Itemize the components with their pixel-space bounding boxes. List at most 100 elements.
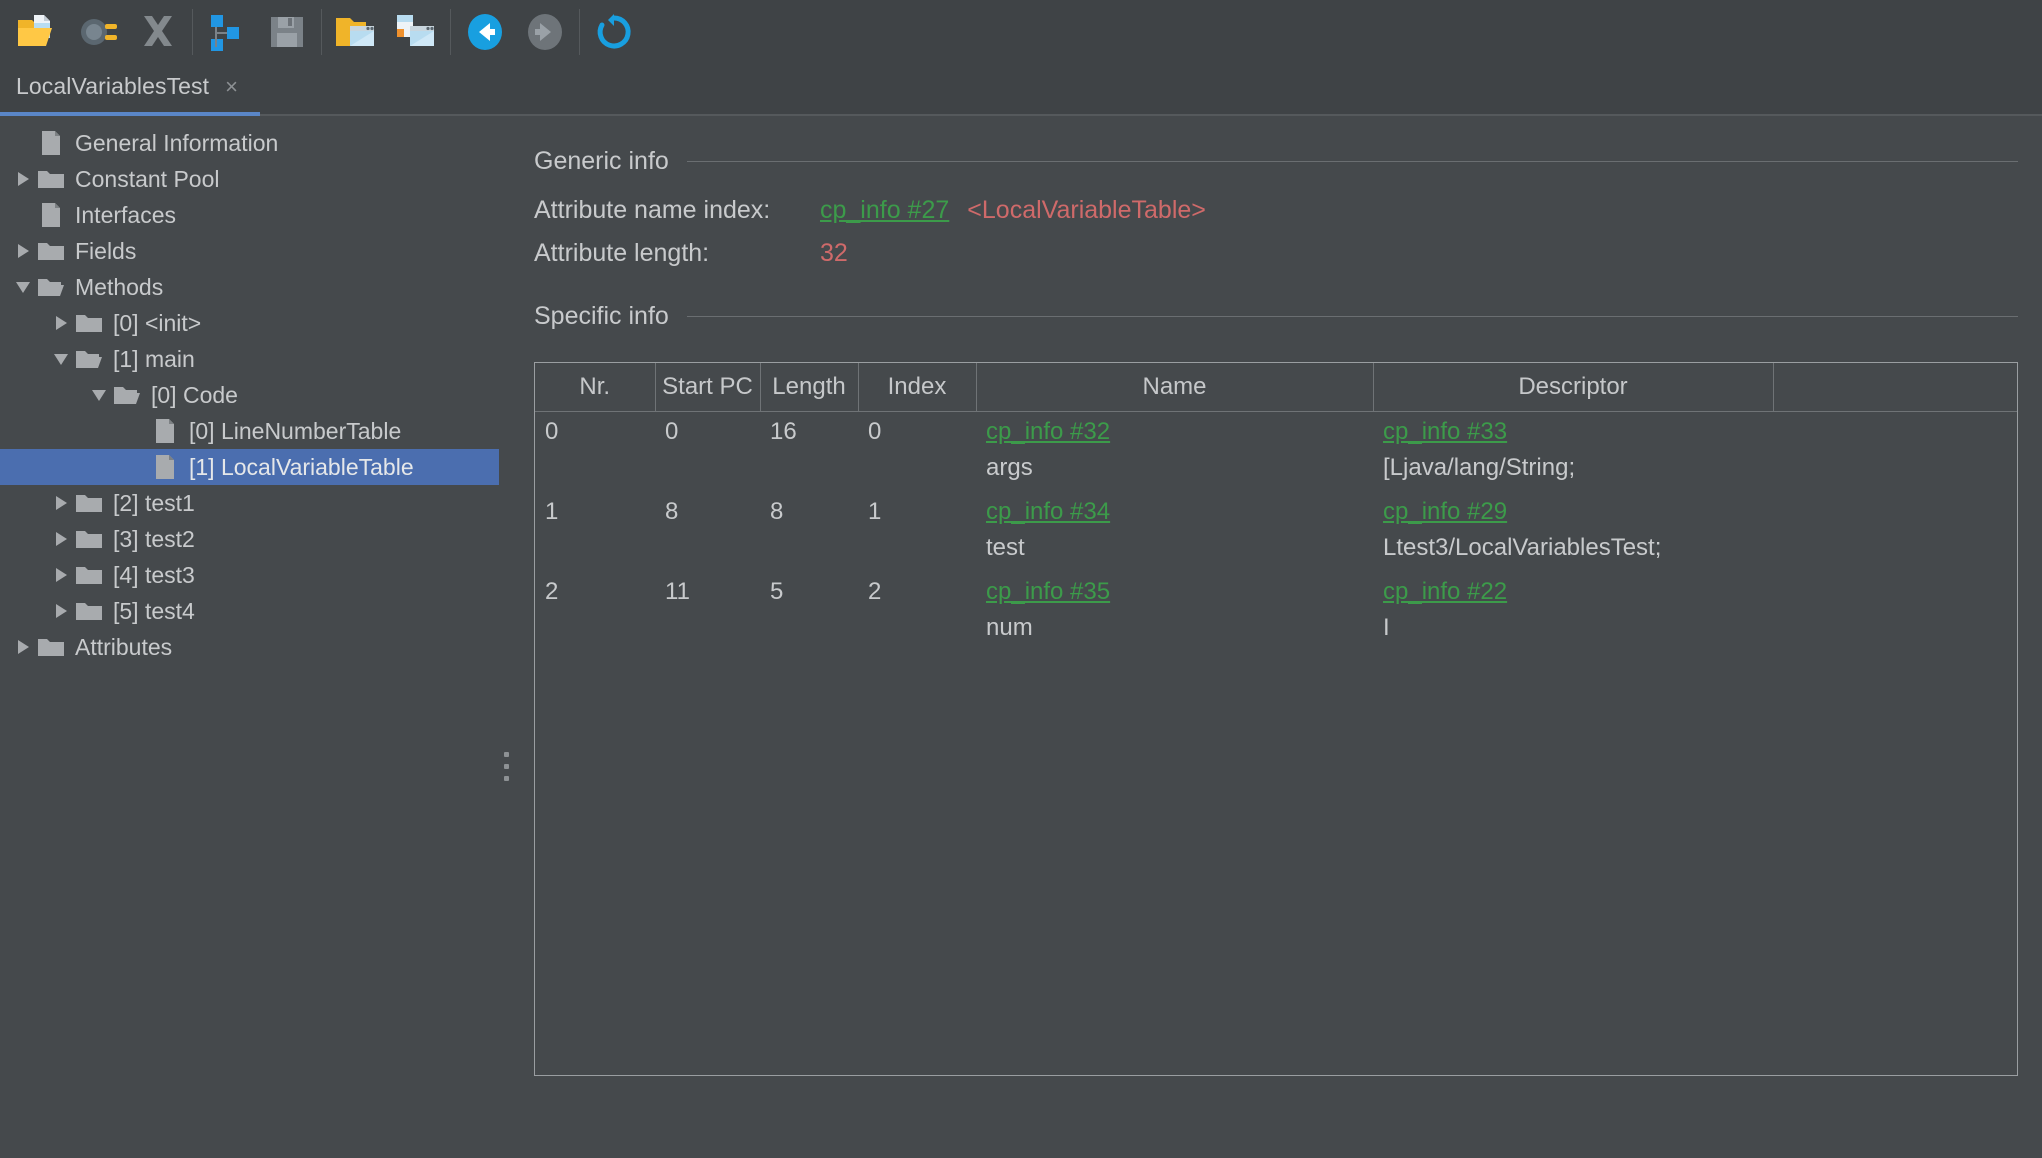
local-variable-table: Nr. Start PC Length Index Name Descriptor 0 0 1… xyxy=(535,363,2017,652)
cell-descriptor: cp_info #22 I xyxy=(1373,572,1773,652)
chevron-right-icon[interactable] xyxy=(10,634,36,660)
folder-icon xyxy=(36,634,66,660)
forward-button[interactable] xyxy=(515,4,575,60)
tree-item-fields[interactable]: Fields xyxy=(0,233,499,269)
expand-tree-button[interactable] xyxy=(197,4,257,60)
reload-icon xyxy=(597,13,631,48)
specific-info-title: Specific info xyxy=(534,302,669,330)
class-structure-tree[interactable]: General Information Constant Pool Interfac… xyxy=(0,116,499,1158)
chevron-down-icon[interactable] xyxy=(10,274,36,300)
attribute-name-index-row: Attribute name index: cp_info #27 <Local… xyxy=(534,196,2018,225)
tree-item-0-init[interactable]: [0] <init> xyxy=(0,305,499,341)
chevron-right-icon[interactable] xyxy=(48,526,74,552)
open-folder-document-icon xyxy=(18,14,52,46)
tree-item-1-main[interactable]: [1] main xyxy=(0,341,499,377)
column-header-name[interactable]: Name xyxy=(976,363,1374,412)
column-header-length[interactable]: Length xyxy=(760,363,859,412)
tree-item-label: [0] LineNumberTable xyxy=(189,418,402,444)
tab-close-icon[interactable]: × xyxy=(225,74,238,104)
name-resolved-value: num xyxy=(986,613,1033,641)
open-window-button[interactable] xyxy=(326,4,386,60)
tree-item-3-test2[interactable]: [3] test2 xyxy=(0,521,499,557)
tree-item-5-test4[interactable]: [5] test4 xyxy=(0,593,499,629)
chevron-right-icon[interactable] xyxy=(10,238,36,264)
tree-item-label: [0] Code xyxy=(151,382,238,408)
column-header-nr[interactable]: Nr. xyxy=(535,363,656,412)
table-row[interactable]: 1 8 8 1 cp_info #34 test cp_info #29 Ltest3/Loc… xyxy=(535,492,2017,572)
tree-item-label: [2] test1 xyxy=(113,490,195,516)
table-row[interactable]: 2 11 5 2 cp_info #35 num cp_info #22 I xyxy=(535,572,2017,652)
name-resolved-value: args xyxy=(986,454,1033,481)
descriptor-cp-link[interactable]: cp_info #29 xyxy=(1383,498,1773,526)
save-button[interactable] xyxy=(257,4,317,60)
chevron-right-icon[interactable] xyxy=(48,562,74,588)
tab-localvariablestest[interactable]: LocalVariablesTest × xyxy=(0,65,261,116)
chevron-down-icon[interactable] xyxy=(48,346,74,372)
tree-item-methods[interactable]: Methods xyxy=(0,269,499,305)
column-header-blank[interactable] xyxy=(1773,363,2017,412)
tree-item-label: Attributes xyxy=(75,634,173,660)
tree-item-0-code[interactable]: [0] Code xyxy=(0,377,499,413)
open-class-file-button[interactable] xyxy=(8,4,68,60)
specific-info-header: Specific info xyxy=(534,302,2018,331)
folder-window-icon xyxy=(336,17,374,46)
name-cp-link[interactable]: cp_info #34 xyxy=(986,498,1373,526)
column-header-index[interactable]: Index xyxy=(858,363,977,412)
reload-button[interactable] xyxy=(584,4,644,60)
cell-index: 0 xyxy=(868,418,882,445)
table-row[interactable]: 0 0 16 0 cp_info #32 args cp_info #33 [Ljava/la… xyxy=(535,412,2017,492)
cell-length: 8 xyxy=(770,497,784,525)
name-cp-link[interactable]: cp_info #32 xyxy=(986,418,1373,446)
cell-start-pc: 8 xyxy=(665,497,679,525)
tree-item-attributes[interactable]: Attributes xyxy=(0,629,499,665)
tree-item-2-test1[interactable]: [2] test1 xyxy=(0,485,499,521)
column-header-descriptor[interactable]: Descriptor xyxy=(1373,363,1774,412)
tree-item-4-test3[interactable]: [4] test3 xyxy=(0,557,499,593)
back-button[interactable] xyxy=(455,4,515,60)
tree-item-constant-pool[interactable]: Constant Pool xyxy=(0,161,499,197)
attribute-name-index-label: Attribute name index: xyxy=(534,196,771,224)
folder-icon xyxy=(74,526,104,552)
chevron-right-icon[interactable] xyxy=(48,310,74,336)
tree-nodes-icon xyxy=(211,14,239,51)
cell-descriptor: cp_info #33 [Ljava/lang/String; xyxy=(1373,412,1773,492)
cell-name: cp_info #35 num xyxy=(976,572,1373,652)
chevron-right-icon[interactable] xyxy=(48,490,74,516)
page-icon xyxy=(150,454,180,480)
cell-name: cp_info #34 test xyxy=(976,492,1373,572)
chevron-down-icon[interactable] xyxy=(86,382,112,408)
tree-item-0-linenumbertable[interactable]: [0] LineNumberTable xyxy=(0,413,499,449)
name-resolved-value: test xyxy=(986,533,1025,561)
pane-splitter[interactable] xyxy=(499,116,514,1158)
chevron-right-icon[interactable] xyxy=(10,166,36,192)
tree-item-general-information[interactable]: General Information xyxy=(0,125,499,161)
descriptor-cp-link[interactable]: cp_info #22 xyxy=(1383,578,1773,606)
attribute-detail-pane: Generic info Attribute name index: cp_in… xyxy=(514,116,2042,1158)
new-window-button[interactable] xyxy=(386,4,446,60)
tree-item-1-localvariabletable[interactable]: [1] LocalVariableTable xyxy=(0,449,499,485)
local-variable-table-container[interactable]: Nr. Start PC Length Index Name Descriptor 0 0 1… xyxy=(534,362,2018,1076)
folder-open-icon xyxy=(36,274,66,300)
splitter-grip-icon[interactable] xyxy=(504,752,509,788)
tree-item-label: [0] <init> xyxy=(113,310,202,336)
folder-icon xyxy=(36,238,66,264)
descriptor-cp-link[interactable]: cp_info #33 xyxy=(1383,418,1773,446)
close-button[interactable] xyxy=(128,4,188,60)
column-header-start-pc[interactable]: Start PC xyxy=(655,363,761,412)
name-cp-link[interactable]: cp_info #35 xyxy=(986,578,1373,606)
toolbar xyxy=(0,0,2042,63)
cell-nr: 2 xyxy=(545,577,559,605)
attribute-name-index-link[interactable]: cp_info #27 xyxy=(820,196,949,225)
new-window-icon xyxy=(397,14,434,46)
generic-info-rule xyxy=(686,161,2018,162)
tree-item-interfaces[interactable]: Interfaces xyxy=(0,197,499,233)
table-body: 0 0 16 0 cp_info #32 args cp_info #33 [Ljava/la… xyxy=(535,412,2017,652)
cell-length: 16 xyxy=(770,418,797,445)
chevron-right-icon[interactable] xyxy=(48,598,74,624)
tree-item-label: Fields xyxy=(75,238,137,264)
browse-classpath-button[interactable] xyxy=(68,4,128,60)
descriptor-resolved-value: Ltest3/LocalVariablesTest; xyxy=(1383,533,1662,561)
cell-spacer xyxy=(1773,492,2017,572)
